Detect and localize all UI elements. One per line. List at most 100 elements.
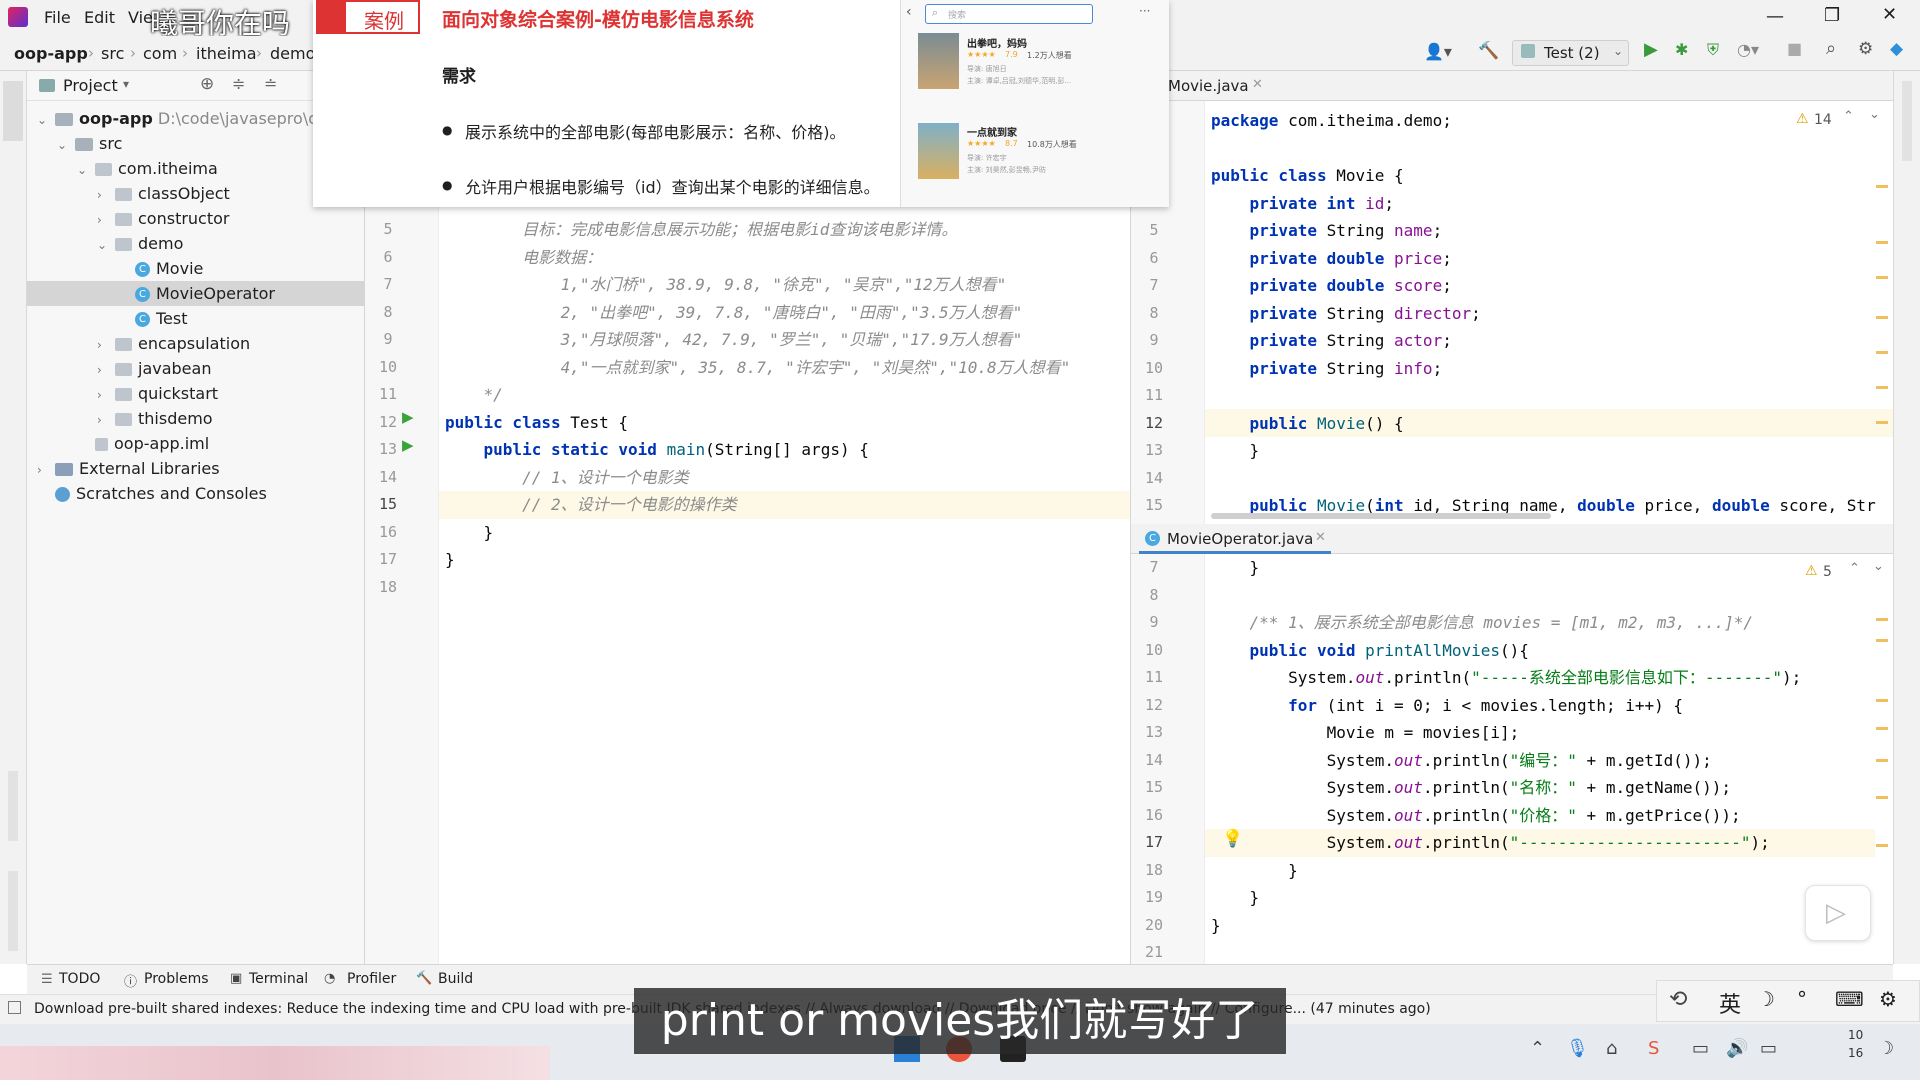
line-number: 18 <box>1144 860 1164 879</box>
tree-item[interactable]: C MovieOperator <box>27 281 365 306</box>
run-icon[interactable]: ▶ <box>1644 39 1658 60</box>
tree-expand-icon[interactable]: › <box>97 358 115 383</box>
tree-expand-icon[interactable]: › <box>97 208 115 233</box>
movie-java-tab[interactable]: Movie.java <box>1168 77 1249 95</box>
plugin-icon[interactable]: ◆ <box>1890 39 1903 59</box>
settings-gear-icon[interactable]: ⚙ <box>1858 39 1873 59</box>
tree-item[interactable]: › javabean <box>27 356 365 381</box>
intellij-logo-icon[interactable] <box>8 7 28 27</box>
halfwidth-moon-icon[interactable]: ☽ <box>1757 987 1775 1011</box>
chevron-up-icon[interactable]: ⌃ <box>1843 109 1854 124</box>
user-icon[interactable]: 👤▾ <box>1424 42 1452 61</box>
stop-icon[interactable]: ■ <box>1787 39 1802 58</box>
chevron-down-icon[interactable]: ⌄ <box>1873 559 1884 574</box>
tree-expand-icon[interactable]: › <box>97 408 115 433</box>
coverage-icon[interactable]: ⛨ <box>1707 40 1719 60</box>
code-token: actor <box>1394 331 1443 350</box>
structure-tool-tab[interactable] <box>8 771 18 841</box>
microphone-icon[interactable]: 🎙 <box>1566 1038 1589 1059</box>
tree-expand-icon[interactable]: ⌄ <box>97 233 115 258</box>
favorites-tool-tab[interactable] <box>8 871 18 951</box>
breadcrumb-demo[interactable]: demo <box>270 44 315 63</box>
todo-icon: ☰ <box>41 972 53 987</box>
warning-icon[interactable]: ⚠ <box>1796 111 1809 127</box>
warning-icon[interactable]: ⚠ <box>1805 563 1818 579</box>
tree-item-label: Scratches and Consoles <box>76 484 267 503</box>
notification-icon[interactable]: ☽ <box>1878 1038 1894 1059</box>
tree-item[interactable]: › thisdemo <box>27 406 365 431</box>
build-hammer-icon[interactable]: 🔨 <box>1478 41 1499 61</box>
ime-settings-icon[interactable]: ⚙ <box>1879 987 1897 1011</box>
menu-edit[interactable]: Edit <box>84 8 115 27</box>
video-play-button[interactable]: ▷ <box>1805 885 1871 941</box>
tree-item[interactable]: C Test <box>27 306 365 331</box>
tree-expand-icon[interactable]: ⌄ <box>37 108 55 133</box>
search-icon[interactable]: ⌕ <box>1826 38 1836 59</box>
status-toggle-icon[interactable] <box>8 1001 21 1014</box>
ime-tray-icon[interactable]: ⌂ <box>1606 1038 1617 1059</box>
lightbulb-icon[interactable]: 💡 <box>1222 829 1243 849</box>
ime-logo-icon[interactable]: ⟲ <box>1669 987 1687 1012</box>
tree-item[interactable]: › quickstart <box>27 381 365 406</box>
tree-item[interactable]: › External Libraries <box>27 456 365 481</box>
debug-icon[interactable]: ✱ <box>1675 40 1688 59</box>
tree-expand-icon[interactable]: › <box>37 458 55 483</box>
ime-language[interactable]: 英 <box>1719 987 1741 1019</box>
clock-line2[interactable]: 16 <box>1848 1046 1863 1060</box>
tree-item[interactable]: › encapsulation <box>27 331 365 356</box>
movie-editor[interactable]: 5 6 7 8 9 10 11 12 13 14 15 package com.itheima.de… <box>1131 101 1893 524</box>
locate-icon[interactable]: ⊕ <box>200 74 214 94</box>
breadcrumb-itheima[interactable]: itheima <box>196 44 257 63</box>
tree-item[interactable]: › constructor <box>27 206 365 231</box>
close-tab-icon[interactable]: ✕ <box>1252 77 1263 92</box>
todo-tab[interactable]: TODO <box>59 971 100 987</box>
tree-item[interactable]: oop-app.iml <box>27 431 365 456</box>
collapse-all-icon[interactable]: ≐ <box>264 74 277 93</box>
run-gutter-icon[interactable]: ▶ <box>402 436 414 454</box>
terminal-tab[interactable]: Terminal <box>249 971 308 987</box>
expand-all-icon[interactable]: ≑ <box>232 74 245 93</box>
movieoperator-editor[interactable]: 7 8 9 10 11 12 13 14 15 16 17 18 19 20 21 } /** 1、展示系统… <box>1131 554 1893 964</box>
project-tool-tab[interactable] <box>3 81 23 141</box>
test-editor[interactable]: 5 6 7 8 9 10 11 12 13 14 15 16 17 18 目标：完成电影信息展示功能；根据… <box>365 207 1130 964</box>
breadcrumb-project[interactable]: oop-app <box>14 44 88 63</box>
punctuation-icon[interactable]: ° <box>1797 987 1807 1011</box>
clock-line1[interactable]: 10 <box>1848 1028 1863 1042</box>
movieoperator-tab[interactable]: C MovieOperator.java ✕ <box>1139 524 1331 554</box>
database-tool-tab[interactable] <box>1902 81 1912 161</box>
tree-item[interactable]: ⌄ demo <box>27 231 365 256</box>
build-tab[interactable]: Build <box>438 971 473 987</box>
tree-expand-icon[interactable]: › <box>97 183 115 208</box>
battery-icon[interactable]: ▭ <box>1760 1038 1777 1059</box>
run-config-selector[interactable]: Test (2) ⌄ <box>1512 40 1629 66</box>
network-icon[interactable]: ▭ <box>1692 1038 1709 1059</box>
code-token: ; <box>1432 221 1443 240</box>
chevron-down-icon[interactable]: ▾ <box>123 77 129 91</box>
horizontal-scrollbar[interactable] <box>1211 513 1551 519</box>
tree-expand-icon[interactable]: › <box>97 383 115 408</box>
close-icon[interactable]: ✕ <box>1882 4 1897 25</box>
profile-icon[interactable]: ◔▾ <box>1737 40 1759 59</box>
close-tab-icon[interactable]: ✕ <box>1315 530 1326 545</box>
chevron-up-icon[interactable]: ⌃ <box>1530 1038 1545 1059</box>
tree-item[interactable]: Scratches and Consoles <box>27 481 365 506</box>
chevron-up-icon[interactable]: ⌃ <box>1849 561 1860 576</box>
breadcrumb-com[interactable]: com <box>143 44 177 63</box>
breadcrumb-src[interactable]: src <box>101 44 124 63</box>
restore-icon[interactable]: ❐ <box>1824 5 1840 26</box>
keyboard-icon[interactable]: ⌨ <box>1835 987 1864 1011</box>
tree-expand-icon[interactable]: ⌄ <box>77 158 95 183</box>
tree-item[interactable]: C Movie <box>27 256 365 281</box>
project-panel-title[interactable]: Project <box>63 76 118 95</box>
sogou-icon[interactable]: S <box>1648 1038 1659 1059</box>
minimize-icon[interactable]: — <box>1766 6 1784 27</box>
volume-icon[interactable]: 🔊 <box>1726 1038 1748 1059</box>
run-gutter-icon[interactable]: ▶ <box>402 408 414 426</box>
menu-file[interactable]: File <box>44 8 71 27</box>
profiler-tab[interactable]: Profiler <box>347 971 396 987</box>
tree-expand-icon[interactable]: ⌄ <box>57 133 75 158</box>
chevron-down-icon[interactable]: ⌄ <box>1869 107 1880 122</box>
tree-expand-icon[interactable]: › <box>97 333 115 358</box>
problems-tab[interactable]: Problems <box>144 971 209 987</box>
